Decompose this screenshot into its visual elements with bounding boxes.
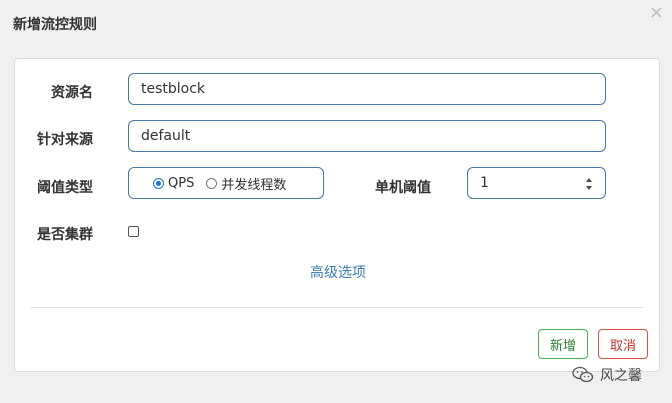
watermark: 风之馨 [572,365,642,385]
radio-threads-label: 并发线程数 [221,177,287,193]
origin-label: 针对来源 [37,132,93,148]
add-button[interactable]: 新增 [538,329,588,359]
dialog-header: 新增流控规则 × [0,0,672,48]
cancel-button[interactable]: 取消 [598,329,648,359]
threshold-type-group: QPS 并发线程数 [128,167,324,199]
resource-label: 资源名 [51,85,93,101]
divider [30,307,643,308]
spinner-arrows-icon[interactable] [585,177,593,191]
radio-qps[interactable] [153,177,164,189]
close-icon[interactable]: × [649,3,664,23]
form-panel: 资源名 testblock 针对来源 default 阈值类型 QPS 并发线程… [14,58,660,372]
single-threshold-input[interactable]: 1 [467,167,606,199]
cluster-checkbox[interactable] [128,226,139,237]
threshold-type-label: 阈值类型 [37,180,93,196]
radio-threads[interactable] [206,177,218,189]
resource-input[interactable]: testblock [128,73,606,105]
origin-input[interactable]: default [128,120,606,152]
dialog-title: 新增流控规则 [13,17,97,33]
single-threshold-value: 1 [480,175,489,191]
single-threshold-label: 单机阈值 [375,180,431,196]
radio-qps-label: QPS [168,175,195,191]
advanced-options-link[interactable]: 高级选项 [15,262,661,282]
wechat-icon [572,366,594,383]
cluster-label: 是否集群 [37,227,93,243]
watermark-text: 风之馨 [600,368,642,384]
